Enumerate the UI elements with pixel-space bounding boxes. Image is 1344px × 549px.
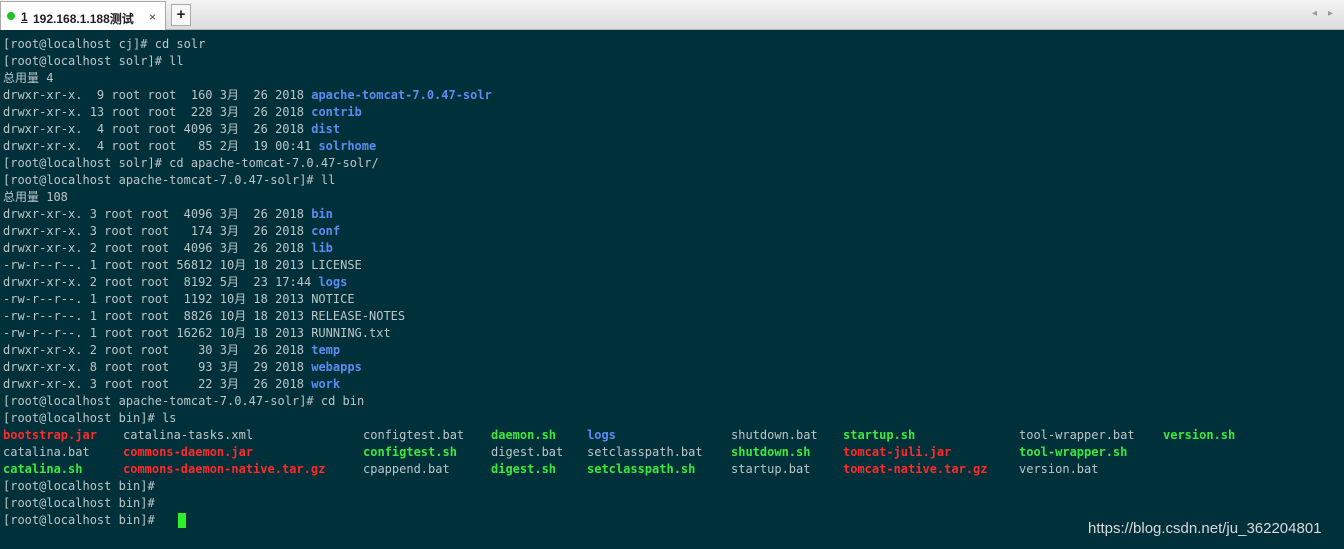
terminal-line: drwxr-xr-x. 3 root root 22 3月 26 2018 wo… bbox=[3, 377, 341, 391]
add-tab-button[interactable]: + bbox=[171, 4, 191, 26]
ls-file-entry: startup.sh bbox=[843, 428, 916, 442]
ls-file-entry: cpappend.bat bbox=[363, 462, 450, 476]
ls-file-entry: digest.sh bbox=[491, 462, 557, 476]
terminal-line: -rw-r--r--. 1 root root 1192 10月 18 2013… bbox=[3, 292, 355, 306]
ls-file-entry: configtest.bat bbox=[363, 428, 465, 442]
tab-bar: 1 192.168.1.188测试 × + ◂ ▸ bbox=[0, 0, 1344, 30]
terminal-line: [root@localhost apache-tomcat-7.0.47-sol… bbox=[3, 173, 336, 187]
directory-name: conf bbox=[311, 224, 341, 238]
directory-name: dist bbox=[311, 122, 341, 136]
ls-file-entry: tomcat-juli.jar bbox=[843, 445, 952, 459]
ls-file-entry: startup.bat bbox=[731, 462, 811, 476]
close-tab-icon[interactable]: × bbox=[149, 10, 156, 24]
directory-name: logs bbox=[318, 275, 348, 289]
terminal-line: 总用量 4 bbox=[3, 71, 54, 85]
terminal-line: drwxr-xr-x. 13 root root 228 3月 26 2018 … bbox=[3, 105, 362, 119]
ls-file-entry: catalina-tasks.xml bbox=[123, 428, 254, 442]
terminal-line: -rw-r--r--. 1 root root 8826 10月 18 2013… bbox=[3, 309, 406, 323]
session-tab[interactable]: 1 192.168.1.188测试 × bbox=[0, 1, 166, 30]
terminal-line: [root@localhost bin]# ls bbox=[3, 411, 177, 425]
directory-name: solrhome bbox=[318, 139, 377, 153]
ls-file-entry: setclasspath.sh bbox=[587, 462, 696, 476]
directory-name: temp bbox=[311, 343, 341, 357]
ls-file-entry: setclasspath.bat bbox=[587, 445, 703, 459]
terminal-line: drwxr-xr-x. 4 root root 85 2月 19 00:41 s… bbox=[3, 139, 377, 153]
scroll-tabs-left-icon[interactable]: ◂ bbox=[1312, 8, 1317, 19]
watermark-text: https://blog.csdn.net/ju_362204801 bbox=[1088, 520, 1322, 537]
terminal-output[interactable]: [root@localhost cj]# cd solr [root@local… bbox=[0, 30, 1344, 549]
ls-file-entry: version.bat bbox=[1019, 462, 1099, 476]
terminal-cursor bbox=[178, 513, 186, 528]
ls-file-entry: commons-daemon-native.tar.gz bbox=[123, 462, 326, 476]
ls-file-entry: daemon.sh bbox=[491, 428, 557, 442]
terminal-line: drwxr-xr-x. 2 root root 4096 3月 26 2018 … bbox=[3, 241, 333, 255]
terminal-line: drwxr-xr-x. 4 root root 4096 3月 26 2018 … bbox=[3, 122, 341, 136]
tab-number: 1 bbox=[21, 10, 28, 24]
terminal-line: drwxr-xr-x. 3 root root 4096 3月 26 2018 … bbox=[3, 207, 333, 221]
terminal-prompt: [root@localhost bin]# bbox=[3, 479, 155, 493]
ls-file-entry: catalina.sh bbox=[3, 462, 83, 476]
terminal-line: [root@localhost solr]# ll bbox=[3, 54, 184, 68]
scroll-tabs-right-icon[interactable]: ▸ bbox=[1328, 8, 1333, 19]
terminal-prompt-active[interactable]: [root@localhost bin]# bbox=[3, 512, 162, 529]
ls-file-entry: shutdown.sh bbox=[731, 445, 811, 459]
ls-file-entry: catalina.bat bbox=[3, 445, 90, 459]
ls-file-entry: bootstrap.jar bbox=[3, 428, 97, 442]
connected-status-icon bbox=[7, 12, 15, 20]
terminal-prompt: [root@localhost bin]# bbox=[3, 496, 155, 510]
terminal-line: drwxr-xr-x. 2 root root 8192 5月 23 17:44… bbox=[3, 275, 348, 289]
ls-file-entry: tool-wrapper.bat bbox=[1019, 428, 1135, 442]
ls-file-entry: digest.bat bbox=[491, 445, 564, 459]
terminal-line: drwxr-xr-x. 9 root root 160 3月 26 2018 a… bbox=[3, 88, 492, 102]
ls-file-entry: shutdown.bat bbox=[731, 428, 818, 442]
directory-name: webapps bbox=[311, 360, 362, 374]
directory-name: lib bbox=[311, 241, 333, 255]
terminal-line: [root@localhost solr]# cd apache-tomcat-… bbox=[3, 156, 379, 170]
terminal-line: -rw-r--r--. 1 root root 56812 10月 18 201… bbox=[3, 258, 362, 272]
tab-title: 192.168.1.188测试 bbox=[33, 12, 134, 26]
directory-name: work bbox=[311, 377, 341, 391]
terminal-line: 总用量 108 bbox=[3, 190, 68, 204]
ls-file-entry: logs bbox=[587, 428, 616, 442]
terminal-line: [root@localhost cj]# cd solr bbox=[3, 37, 206, 51]
ls-file-entry: tool-wrapper.sh bbox=[1019, 445, 1128, 459]
terminal-line: drwxr-xr-x. 3 root root 174 3月 26 2018 c… bbox=[3, 224, 341, 238]
ls-file-entry: configtest.sh bbox=[363, 445, 457, 459]
directory-name: bin bbox=[311, 207, 333, 221]
ls-file-entry: tomcat-native.tar.gz bbox=[843, 462, 988, 476]
terminal-line: drwxr-xr-x. 8 root root 93 3月 29 2018 we… bbox=[3, 360, 362, 374]
directory-name: apache-tomcat-7.0.47-solr bbox=[311, 88, 492, 102]
terminal-line: drwxr-xr-x. 2 root root 30 3月 26 2018 te… bbox=[3, 343, 341, 357]
ls-file-entry: commons-daemon.jar bbox=[123, 445, 254, 459]
terminal-line: -rw-r--r--. 1 root root 16262 10月 18 201… bbox=[3, 326, 391, 340]
terminal-line: [root@localhost apache-tomcat-7.0.47-sol… bbox=[3, 394, 365, 408]
directory-name: contrib bbox=[311, 105, 362, 119]
ls-file-entry: version.sh bbox=[1163, 428, 1236, 442]
